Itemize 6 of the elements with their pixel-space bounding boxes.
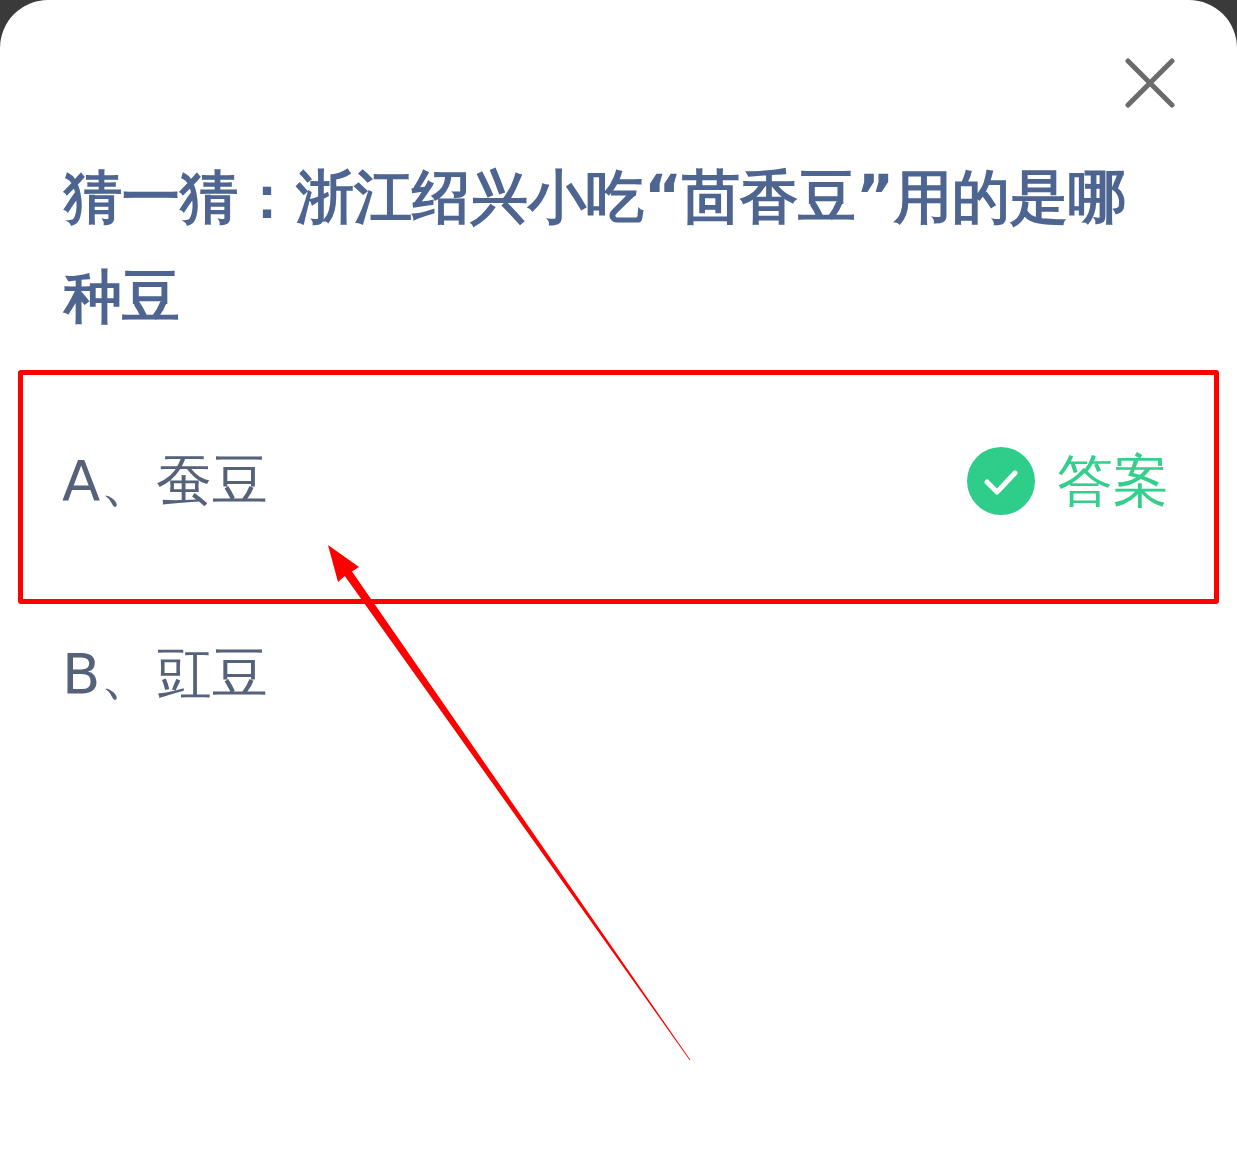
close-button[interactable] — [1125, 58, 1175, 108]
question-title: 猜一猜：浙江绍兴小吃“茴香豆”用的是哪种豆 — [64, 162, 1128, 333]
answer-option[interactable]: B、豇豆 — [62, 638, 269, 709]
answer-option[interactable]: A、蚕豆 — [62, 445, 269, 516]
answer-label: 答案 — [1057, 446, 1169, 515]
close-icon — [1125, 58, 1175, 108]
